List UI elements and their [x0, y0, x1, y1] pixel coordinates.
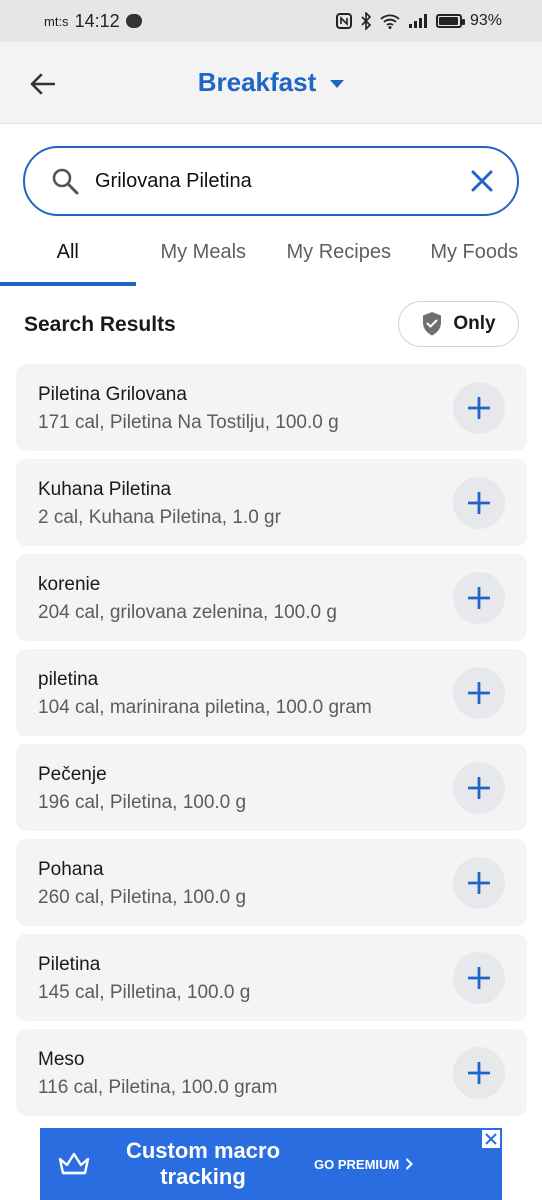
nfc-icon — [335, 13, 352, 29]
list-item[interactable]: Pohana 260 cal, Piletina, 100.0 g — [16, 839, 527, 926]
crown-icon — [40, 1151, 108, 1177]
go-premium-label: GO PREMIUM — [314, 1156, 400, 1172]
list-item[interactable]: korenie 204 cal, grilovana zelenina, 100… — [16, 554, 527, 641]
plus-icon — [468, 967, 490, 989]
results-heading: Search Results — [24, 313, 176, 336]
tab-my-recipes[interactable]: My Recipes — [271, 226, 407, 286]
status-time: 14:12 — [74, 10, 120, 31]
chevron-right-icon — [406, 1158, 414, 1170]
list-item[interactable]: Meso 116 cal, Piletina, 100.0 gram — [16, 1029, 527, 1116]
ad-close-button[interactable] — [482, 1130, 500, 1148]
go-premium-link[interactable]: GO PREMIUM — [314, 1156, 414, 1172]
page-title: Breakfast — [197, 67, 317, 97]
list-item[interactable]: piletina 104 cal, marinirana piletina, 1… — [16, 649, 527, 736]
bluetooth-icon — [361, 12, 372, 30]
ad-line-2: tracking — [160, 1164, 246, 1189]
tab-all[interactable]: All — [0, 226, 136, 286]
close-icon — [485, 1133, 497, 1145]
search-icon — [52, 168, 79, 195]
battery-icon — [435, 14, 465, 28]
close-icon — [471, 170, 493, 192]
list-item[interactable]: Piletina 145 cal, Pilletina, 100.0 g — [16, 934, 527, 1021]
add-food-button[interactable] — [453, 1047, 505, 1099]
plus-icon — [468, 777, 490, 799]
add-food-button[interactable] — [453, 382, 505, 434]
chevron-down-icon — [330, 80, 345, 88]
back-button[interactable] — [22, 64, 62, 104]
list-item[interactable]: Piletina Grilovana 171 cal, Piletina Na … — [16, 364, 527, 451]
premium-ad-banner[interactable]: Custom macro tracking GO PREMIUM — [40, 1128, 502, 1200]
tab-my-meals[interactable]: My Meals — [136, 226, 272, 286]
plus-icon — [468, 872, 490, 894]
search-bar — [23, 146, 519, 216]
add-food-button[interactable] — [453, 477, 505, 529]
list-item[interactable]: Kuhana Piletina 2 cal, Kuhana Piletina, … — [16, 459, 527, 546]
ad-line-1: Custom macro — [125, 1138, 281, 1163]
plus-icon — [468, 587, 490, 609]
plus-icon — [468, 492, 490, 514]
tab-my-foods[interactable]: My Foods — [407, 226, 542, 286]
add-food-button[interactable] — [453, 857, 505, 909]
search-input[interactable] — [95, 169, 467, 193]
add-food-button[interactable] — [453, 667, 505, 719]
add-food-button[interactable] — [453, 572, 505, 624]
wifi-icon — [380, 14, 400, 29]
plus-icon — [468, 397, 490, 419]
meal-selector[interactable]: Breakfast — [198, 67, 345, 98]
message-icon — [125, 14, 142, 28]
carrier-label: mt:s — [44, 13, 69, 29]
ad-headline: Custom macro tracking — [108, 1138, 298, 1190]
only-label: Only — [453, 313, 496, 334]
signal-icon — [408, 14, 427, 28]
app-header: Breakfast — [0, 42, 542, 124]
verified-only-toggle[interactable]: Only — [398, 301, 519, 347]
add-food-button[interactable] — [453, 762, 505, 814]
status-bar: mt:s 14:12 93% — [0, 0, 542, 42]
plus-icon — [468, 682, 490, 704]
plus-icon — [468, 1062, 490, 1084]
list-item[interactable]: Pečenje 196 cal, Piletina, 100.0 g — [16, 744, 527, 831]
verified-shield-icon — [423, 312, 442, 336]
tab-bar: All My Meals My Recipes My Foods — [0, 226, 542, 286]
battery-percent: 93% — [469, 12, 502, 29]
add-food-button[interactable] — [453, 952, 505, 1004]
results-list: Piletina Grilovana 171 cal, Piletina Na … — [16, 364, 527, 1124]
clear-search-button[interactable] — [467, 166, 497, 196]
back-arrow-icon — [30, 73, 55, 95]
